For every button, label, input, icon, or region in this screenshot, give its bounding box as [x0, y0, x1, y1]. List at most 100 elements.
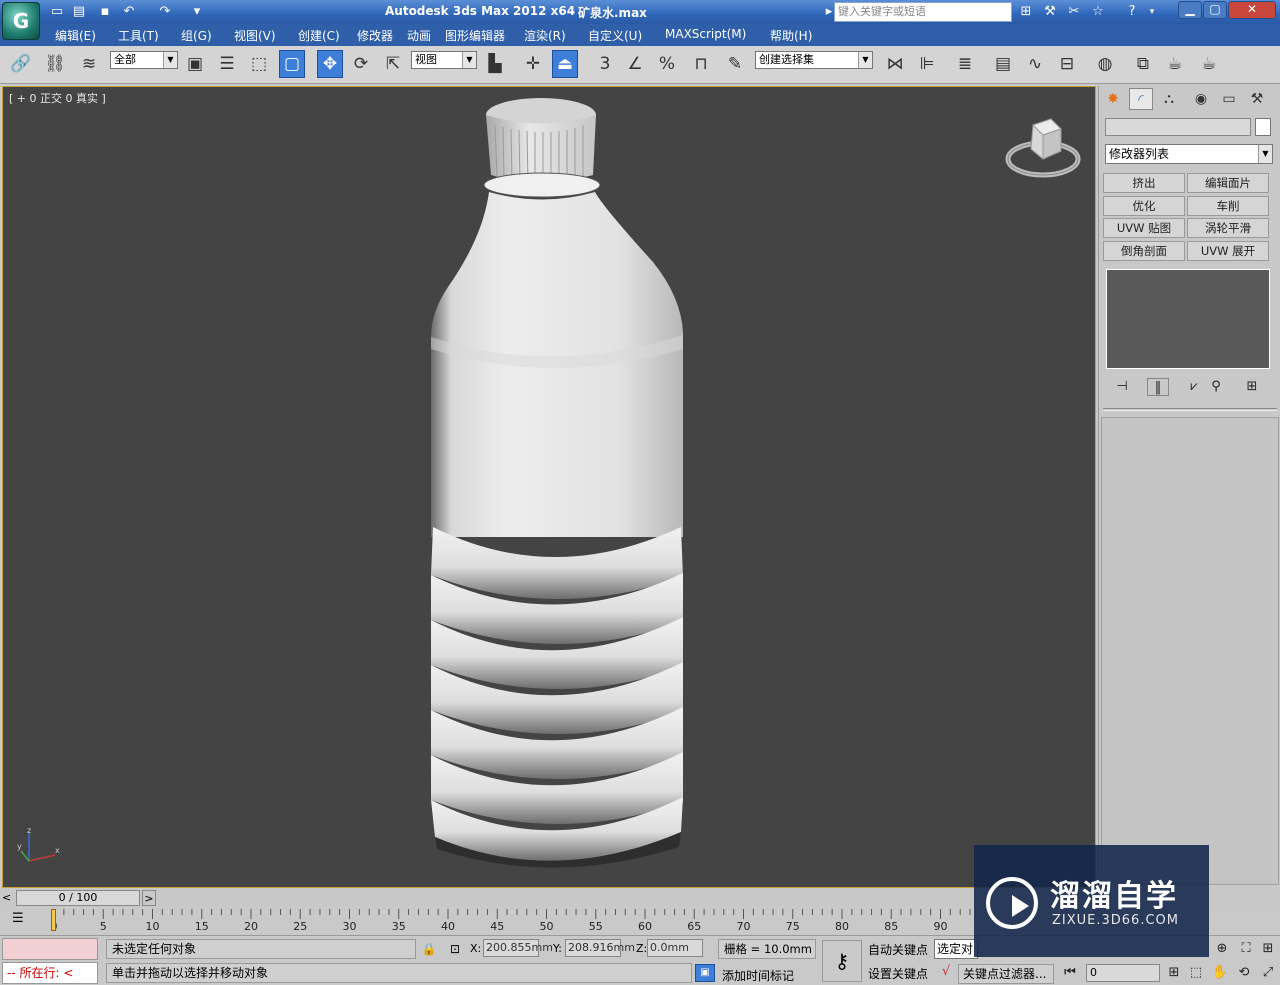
orbit-icon[interactable]: ⟲ — [1234, 963, 1254, 983]
key-selection-dropdown[interactable]: 选定对象 — [934, 939, 978, 959]
modifier-optimize-button[interactable]: 优化 — [1103, 196, 1185, 216]
unlink-icon[interactable]: ⛓ — [42, 50, 68, 78]
edit-named-selection-icon[interactable]: ✎ — [722, 50, 748, 78]
modifier-bevel-profile-button[interactable]: 倒角剖面 — [1103, 241, 1185, 261]
select-and-rotate-icon[interactable]: ⟳ — [348, 50, 374, 78]
modifier-unwrap-uvw-button[interactable]: UVW 展开 — [1187, 241, 1269, 261]
key-tools-icon[interactable]: ⚒ — [1040, 3, 1060, 21]
z-coordinate-field[interactable]: 0.0mm — [647, 939, 703, 957]
set-key-icon[interactable]: ⚷ — [822, 940, 862, 982]
menu-edit[interactable]: 编辑(E) — [55, 27, 96, 44]
close-button[interactable]: ✕ — [1228, 1, 1276, 19]
rendered-frame-icon[interactable]: ☕ — [1162, 50, 1188, 78]
graphite-tools-icon[interactable]: ▤ — [990, 50, 1016, 78]
link-icon[interactable]: 🔗 — [8, 50, 34, 78]
render-setup-icon[interactable]: ⧉ — [1130, 50, 1156, 78]
select-object-icon[interactable]: ▣ — [182, 50, 208, 78]
save-icon[interactable]: ▪ — [96, 3, 114, 21]
select-and-scale-icon[interactable]: ⇱ — [380, 50, 406, 78]
object-color-swatch[interactable] — [1255, 118, 1271, 136]
bind-spacewarp-icon[interactable]: ≋ — [76, 50, 102, 78]
minimize-button[interactable]: ▁ — [1178, 1, 1202, 19]
remove-modifier-icon[interactable]: ⚲ — [1205, 378, 1227, 396]
menu-graph-editors[interactable]: 图形编辑器 — [445, 27, 505, 44]
current-time-marker[interactable] — [51, 909, 56, 931]
curve-editor-icon[interactable]: ∿ — [1022, 50, 1048, 78]
snap-toggle-icon[interactable]: 3 — [592, 50, 618, 78]
align-icon[interactable]: ⊫ — [914, 50, 940, 78]
undo-icon[interactable]: ↶ — [120, 3, 138, 21]
select-and-move-icon[interactable]: ✥ — [317, 50, 343, 78]
time-slider-prev-button[interactable]: < — [2, 890, 14, 906]
field-of-view-icon[interactable]: ⬚ — [1186, 963, 1206, 983]
perspective-viewport[interactable]: [ + 0 正交 0 真实 ] z x y — [2, 86, 1096, 888]
add-time-tag-label[interactable]: 添加时间标记 — [722, 967, 794, 984]
x-coordinate-field[interactable]: 200.855mm — [483, 939, 553, 957]
tab-motion-icon[interactable]: ◉ — [1189, 88, 1213, 110]
modifier-extrude-button[interactable]: 挤出 — [1103, 173, 1185, 193]
absolute-mode-icon[interactable]: ⊡ — [446, 940, 464, 958]
make-unique-icon[interactable]: ⩗ — [1183, 378, 1205, 396]
subscription-icon[interactable]: ✂ — [1064, 3, 1084, 21]
curve-editor-mini-icon[interactable]: ☰ — [12, 911, 32, 929]
tab-display-icon[interactable]: ▭ — [1217, 88, 1241, 110]
modifier-uvw-map-button[interactable]: UVW 贴图 — [1103, 218, 1185, 238]
window-crossing-icon[interactable]: ▢ — [279, 50, 305, 78]
redo-icon[interactable]: ↷ — [156, 3, 174, 21]
viewcube[interactable] — [1005, 117, 1081, 181]
modifier-edit-patch-button[interactable]: 编辑面片 — [1187, 173, 1269, 193]
maxscript-listener-input[interactable] — [2, 938, 98, 960]
material-editor-icon[interactable]: ◍ — [1092, 50, 1118, 78]
angle-snap-icon[interactable]: ∠ — [622, 50, 648, 78]
help-dropdown-icon[interactable]: ▾ — [1142, 3, 1162, 21]
set-key-button[interactable]: 设置关键点 — [868, 965, 928, 982]
menu-tools[interactable]: 工具(T) — [118, 27, 159, 44]
lock-selection-icon[interactable]: 🔒 — [420, 940, 438, 958]
time-slider-next-button[interactable]: > — [142, 890, 156, 906]
quick-access-dropdown-icon[interactable]: ▾ — [188, 3, 206, 21]
key-mode-icon[interactable]: √ — [936, 964, 956, 982]
show-end-result-icon[interactable]: ‖ — [1147, 378, 1169, 396]
layer-manager-icon[interactable]: ≣ — [952, 50, 978, 78]
add-time-tag-icon[interactable]: ▣ — [695, 964, 715, 982]
open-file-icon[interactable]: ▤ — [70, 3, 88, 21]
search-input[interactable]: 键入关键字或短语 — [834, 2, 1012, 22]
app-logo[interactable]: G — [2, 2, 40, 40]
maxscript-prompt[interactable]: -- 所在行: < — [2, 962, 98, 984]
tab-modify-icon[interactable]: ◜ — [1129, 88, 1153, 110]
menu-animation[interactable]: 动画 — [407, 27, 431, 44]
configure-modifier-sets-icon[interactable]: ⊞ — [1241, 378, 1263, 396]
select-by-name-icon[interactable]: ☰ — [214, 50, 240, 78]
select-manipulate-icon[interactable]: ✛ — [520, 50, 546, 78]
menu-rendering[interactable]: 渲染(R) — [524, 27, 566, 44]
modifier-list-select[interactable]: 修改器列表 ▼ — [1105, 144, 1273, 164]
maximize-viewport-icon[interactable]: ⤢ — [1258, 963, 1278, 983]
menu-customize[interactable]: 自定义(U) — [588, 27, 642, 44]
key-filters-button[interactable]: 关键点过滤器... — [958, 964, 1054, 984]
selection-filter-select[interactable]: 全部 ▼ — [110, 51, 178, 69]
viewport-label[interactable]: [ + 0 正交 0 真实 ] — [9, 90, 106, 106]
menu-modifiers[interactable]: 修改器 — [357, 27, 393, 44]
tab-create-icon[interactable]: ✸ — [1101, 88, 1125, 110]
time-config-icon[interactable]: ⊞ — [1164, 963, 1184, 983]
modifier-stack[interactable] — [1106, 269, 1270, 369]
keyboard-shortcut-override-icon[interactable]: ⏏ — [552, 50, 578, 78]
binoculars-icon[interactable]: ⊞ — [1016, 3, 1036, 21]
menu-create[interactable]: 创建(C) — [298, 27, 340, 44]
tab-hierarchy-icon[interactable]: ⛬ — [1157, 88, 1181, 110]
zoom-extents-icon[interactable]: ⛶ — [1236, 939, 1256, 959]
bottle-model[interactable] — [403, 87, 703, 887]
modifier-turbosmooth-button[interactable]: 涡轮平滑 — [1187, 218, 1269, 238]
modifier-lathe-button[interactable]: 车削 — [1187, 196, 1269, 216]
menu-view[interactable]: 视图(V) — [234, 27, 276, 44]
object-name-field[interactable] — [1105, 118, 1251, 136]
y-coordinate-field[interactable]: 208.916mm — [565, 939, 635, 957]
track-bar[interactable]: ☰ 051015202530354045505560657075808590 — [0, 907, 980, 935]
menu-maxscript[interactable]: MAXScript(M) — [665, 27, 746, 41]
pivot-center-icon[interactable]: ▙ — [482, 50, 508, 78]
render-production-icon[interactable]: ☕ — [1196, 50, 1222, 78]
reference-coord-select[interactable]: 视图 ▼ — [411, 51, 477, 69]
spinner-snap-icon[interactable]: ⊓ — [688, 50, 714, 78]
schematic-view-icon[interactable]: ⊟ — [1054, 50, 1080, 78]
mirror-icon[interactable]: ⋈ — [882, 50, 908, 78]
